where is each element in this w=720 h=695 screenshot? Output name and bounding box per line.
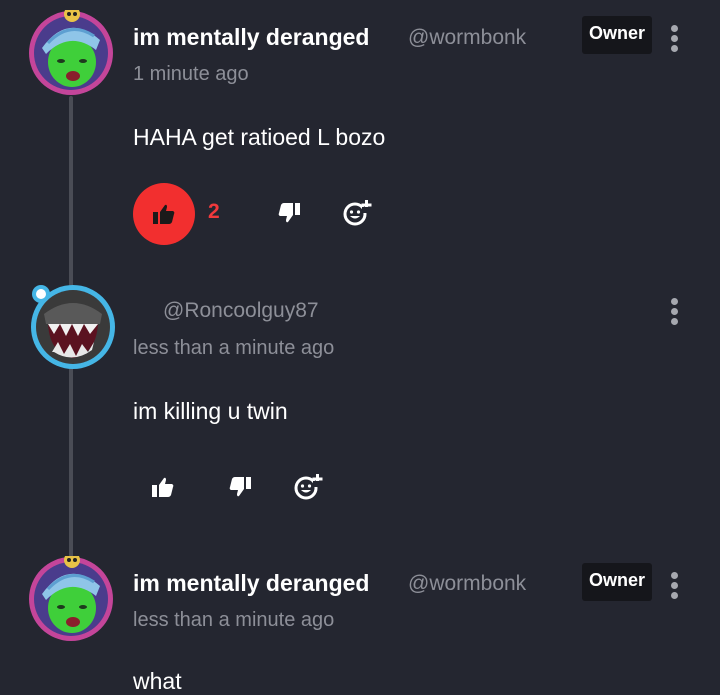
like-button[interactable]	[133, 183, 195, 245]
dark-monster-avatar-icon	[31, 285, 115, 369]
like-count: 2	[208, 200, 220, 223]
comment-text: im killing u twin	[133, 398, 288, 424]
owner-badge: Owner	[582, 563, 653, 601]
user-handle[interactable]: @Roncoolguy87	[163, 299, 319, 323]
add-reaction-button[interactable]	[291, 470, 325, 504]
dislike-button[interactable]	[225, 472, 255, 502]
dislike-button[interactable]	[274, 198, 304, 228]
more-options-icon[interactable]	[669, 25, 679, 55]
timestamp: less than a minute ago	[133, 609, 335, 631]
avatar[interactable]	[28, 556, 114, 642]
add-emoji-icon	[343, 200, 372, 226]
thumbs-down-icon	[278, 203, 300, 223]
comment-text: HAHA get ratioed L bozo	[133, 124, 386, 150]
timestamp: less than a minute ago	[133, 337, 335, 359]
owner-badge: Owner	[582, 16, 653, 54]
like-button[interactable]	[148, 472, 178, 502]
thumbs-up-icon	[152, 477, 174, 497]
thumbs-up-icon	[153, 204, 175, 224]
user-handle[interactable]: @wormbonk	[408, 572, 526, 596]
avatar[interactable]	[28, 10, 114, 96]
user-handle[interactable]: @wormbonk	[408, 26, 526, 50]
green-frog-avatar-icon	[29, 10, 113, 95]
more-options-icon[interactable]	[669, 572, 679, 602]
more-options-icon[interactable]	[669, 298, 679, 328]
avatar[interactable]	[30, 284, 116, 370]
display-name[interactable]: im mentally deranged	[133, 24, 369, 51]
add-reaction-button[interactable]	[340, 196, 374, 230]
add-emoji-icon	[294, 474, 323, 500]
green-frog-avatar-icon	[29, 556, 113, 641]
display-name[interactable]: im mentally deranged	[133, 570, 369, 597]
timestamp: 1 minute ago	[133, 63, 249, 85]
thumbs-down-icon	[229, 477, 251, 497]
